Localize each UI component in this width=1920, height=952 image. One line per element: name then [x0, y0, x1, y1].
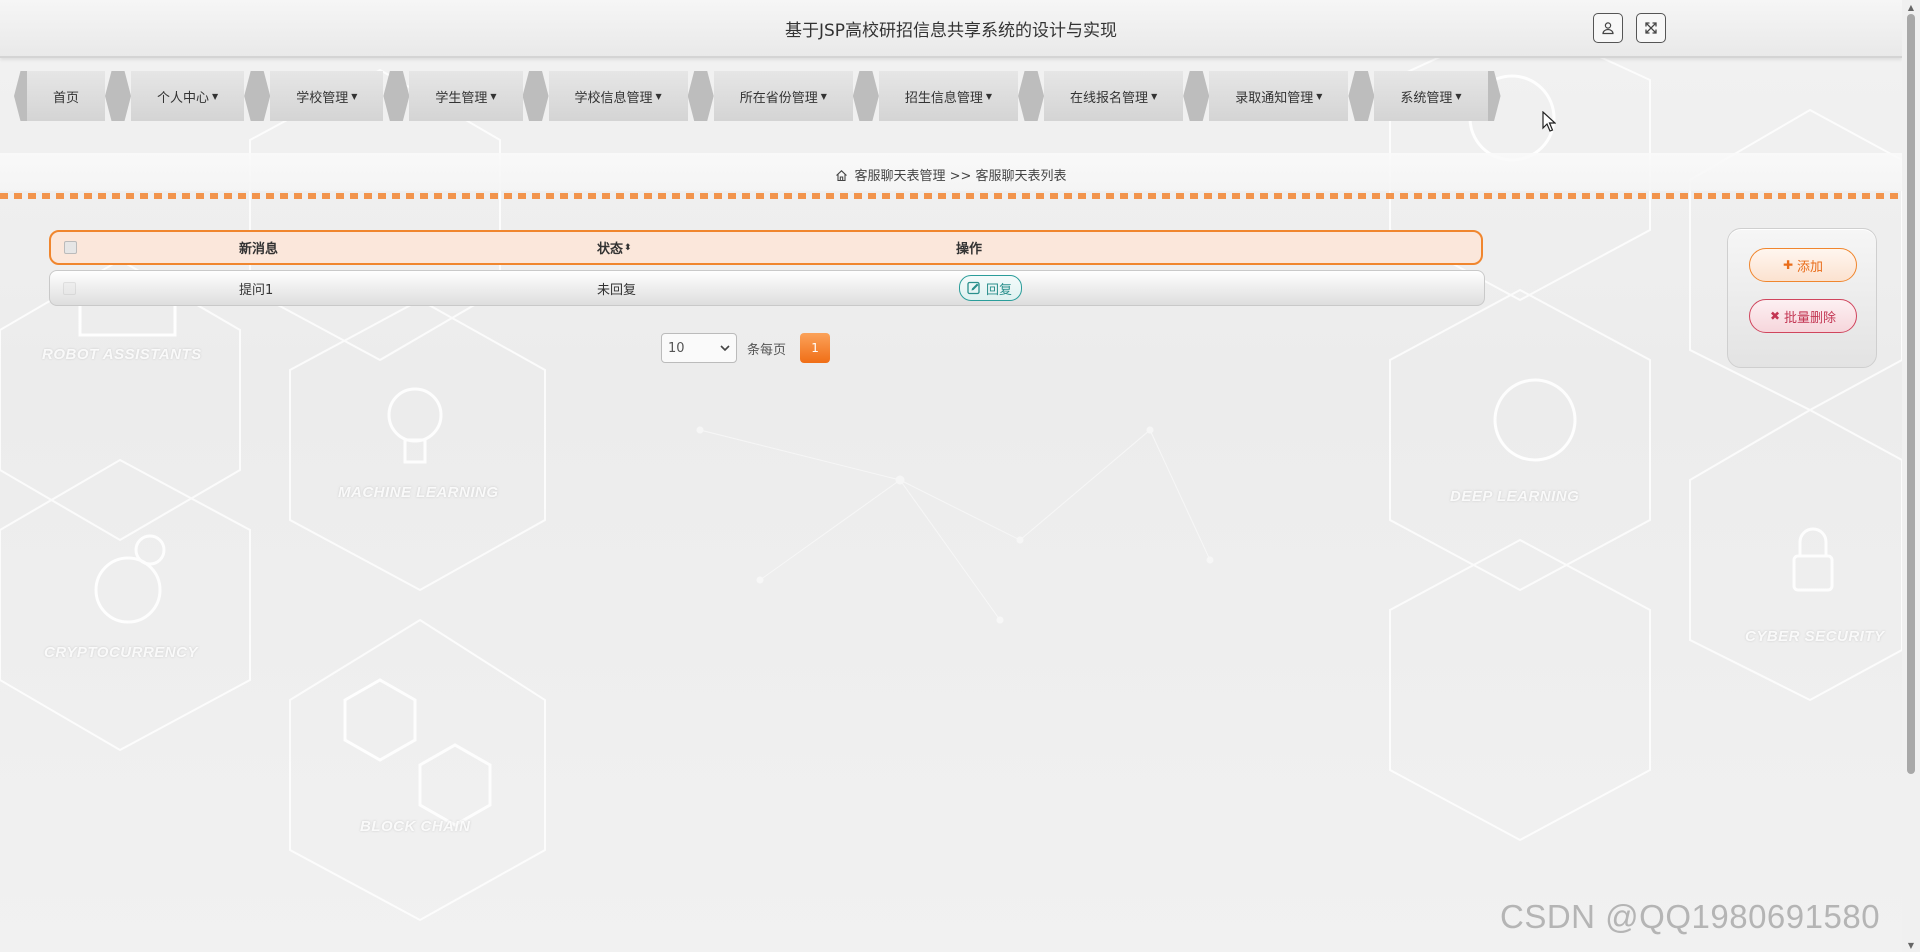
bg-label-crypto: CRYPTOCURRENCY: [44, 644, 198, 661]
caret-down-icon: ▼: [655, 91, 662, 101]
bg-label-block: BLOCK CHAIN: [360, 818, 471, 835]
page-size-label: 条每页: [747, 342, 787, 358]
nav-left-cap: [14, 71, 27, 121]
column-header-status-label: 状态: [597, 242, 624, 257]
nav-separator: [244, 71, 271, 121]
add-button[interactable]: ✚ 添加: [1749, 248, 1857, 282]
caret-down-icon: ▼: [1316, 91, 1323, 101]
header-select-all-cell: [64, 232, 77, 263]
row-actions-cell: 回复: [959, 271, 1023, 305]
caret-down-icon: ▼: [820, 91, 827, 101]
nav-item-label: 学校信息管理: [574, 90, 653, 106]
column-header-status[interactable]: 状态 ⬍: [597, 232, 632, 263]
page-size-select[interactable]: 10: [661, 333, 737, 363]
nav-separator: [1348, 71, 1375, 121]
column-header-actions: 操作: [956, 242, 983, 257]
nav-item-label: 学校管理: [296, 90, 349, 106]
scrollbar-thumb[interactable]: [1907, 14, 1915, 774]
user-icon: [1602, 22, 1614, 35]
nav-item-label: 学生管理: [435, 90, 488, 106]
reply-button[interactable]: 回复: [959, 275, 1023, 301]
vertical-scrollbar[interactable]: ▲ ▼: [1902, 0, 1920, 952]
add-button-label: 添加: [1797, 259, 1824, 275]
close-icon: ✖: [1769, 309, 1781, 323]
nav-item-home[interactable]: 首页: [27, 71, 106, 121]
caret-down-icon: ▼: [985, 91, 993, 101]
row-select-cell: [63, 271, 76, 305]
table-row: 提问1 未回复 回复: [49, 270, 1485, 306]
nav-separator: [687, 71, 714, 121]
caret-down-icon: ▼: [351, 91, 358, 101]
decorative-dashed-divider: [0, 193, 1902, 199]
nav-separator: [522, 71, 549, 121]
bg-label-cyber: CYBER SECURITY: [1745, 628, 1885, 645]
edit-icon: [967, 281, 980, 295]
table-header: 新消息 状态 ⬍ 操作: [49, 230, 1483, 265]
nav-separator: [1018, 71, 1045, 121]
fullscreen-icon: [1645, 22, 1657, 34]
main-nav: 首页 个人中心 ▼ 学校管理 ▼ 学生管理 ▼ 学校信息管理 ▼ 所在省份管理 ▼ 招生信…: [14, 71, 1501, 121]
user-profile-button[interactable]: [1593, 13, 1623, 43]
nav-separator: [105, 71, 132, 121]
chat-table: 新消息 状态 ⬍ 操作 提问1 未回复 回复: [49, 230, 1485, 306]
column-header-message: 新消息: [239, 242, 279, 257]
reply-button-label: 回复: [986, 282, 1013, 298]
caret-down-icon: ▼: [1151, 91, 1158, 101]
nav-item-label: 招生信息管理: [904, 90, 983, 106]
nav-item-label: 个人中心: [157, 90, 210, 106]
bg-label-robot: ROBOT ASSISTANTS: [42, 346, 202, 363]
breadcrumb: 客服聊天表管理 >> 客服聊天表列表: [0, 165, 1902, 184]
nav-item-label: 录取通知管理: [1235, 90, 1314, 106]
breadcrumb-section[interactable]: 客服聊天表管理: [854, 169, 945, 184]
caret-down-icon: ▼: [490, 91, 497, 101]
page-size-value: 10: [668, 340, 685, 356]
nav-item-online-registration-management[interactable]: 在线报名管理 ▼: [1044, 71, 1184, 121]
bg-label-machine: MACHINE LEARNING: [338, 484, 499, 501]
action-panel: ✚ 添加 ✖ 批量删除: [1727, 228, 1877, 368]
nav-item-school-management[interactable]: 学校管理 ▼: [270, 71, 384, 121]
nav-item-admission-notice-management[interactable]: 录取通知管理 ▼: [1209, 71, 1349, 121]
select-all-checkbox[interactable]: [64, 241, 77, 254]
breadcrumb-bar: 客服聊天表管理 >> 客服聊天表列表: [0, 153, 1902, 191]
row-checkbox[interactable]: [63, 281, 76, 295]
nav-item-student-management[interactable]: 学生管理 ▼: [409, 71, 523, 121]
scroll-up-arrow-icon[interactable]: ▲: [1902, 0, 1920, 14]
background-decoration: ROBOT ASSISTANTS MACHINE LEARNING DEEP L…: [0, 0, 1902, 952]
nav-item-label: 首页: [53, 90, 80, 106]
watermark: CSDN @QQ1980691580: [1500, 898, 1881, 935]
nav-item-school-info-management[interactable]: 学校信息管理 ▼: [548, 71, 688, 121]
nav-separator: [383, 71, 410, 121]
mouse-cursor-icon: [1542, 111, 1556, 132]
batch-delete-button-label: 批量删除: [1784, 310, 1837, 326]
bg-label-deep: DEEP LEARNING: [1450, 488, 1580, 505]
nav-item-system-management[interactable]: 系统管理 ▼: [1374, 71, 1488, 121]
nav-item-label: 系统管理: [1400, 90, 1453, 106]
nav-item-personal-center[interactable]: 个人中心 ▼: [131, 71, 245, 121]
row-status: 未回复: [597, 282, 637, 298]
breadcrumb-separator: >>: [949, 169, 972, 184]
nav-item-label: 在线报名管理: [1070, 90, 1149, 106]
scroll-down-arrow-icon[interactable]: ▼: [1902, 938, 1920, 952]
nav-right-cap: [1487, 71, 1501, 121]
breadcrumb-current-page: 客服聊天表列表: [975, 169, 1067, 184]
nav-item-province-management[interactable]: 所在省份管理 ▼: [713, 71, 853, 121]
page-button-current[interactable]: 1: [800, 333, 831, 363]
nav-separator: [1183, 71, 1210, 121]
nav-item-label: 所在省份管理: [739, 90, 818, 106]
batch-delete-button[interactable]: ✖ 批量删除: [1749, 299, 1857, 333]
caret-down-icon: ▼: [212, 91, 219, 101]
fullscreen-button[interactable]: [1636, 13, 1666, 43]
caret-down-icon: ▼: [1455, 91, 1462, 101]
plus-icon: ✚: [1782, 258, 1794, 272]
top-header: 基于JSP高校研招信息共享系统的设计与实现: [0, 0, 1902, 58]
hexagon-pattern: [0, 18, 1902, 922]
sort-icon: ⬍: [624, 242, 632, 253]
pagination: 10 条每页 1: [661, 333, 831, 363]
chevron-down-icon: [720, 345, 730, 351]
row-message: 提问1: [239, 282, 274, 298]
home-icon: [836, 170, 848, 182]
nav-item-admission-info-management[interactable]: 招生信息管理 ▼: [878, 71, 1019, 121]
nav-separator: [852, 71, 879, 121]
